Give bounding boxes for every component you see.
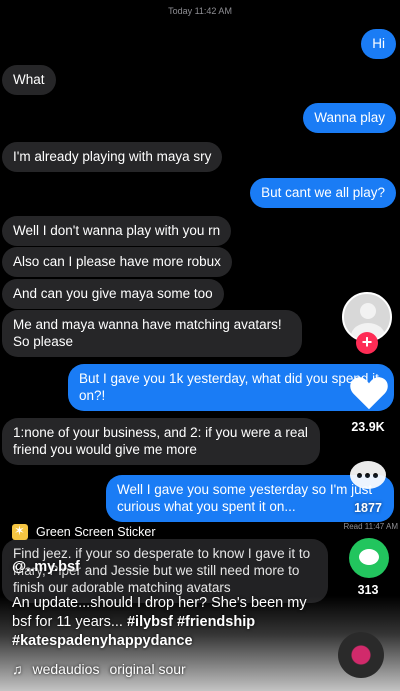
comment-dot xyxy=(373,473,378,478)
share-icon[interactable] xyxy=(349,538,389,578)
message-sent: But I gave you 1k yesterday, what did yo… xyxy=(68,364,394,411)
music-disc-icon[interactable] xyxy=(338,632,384,678)
like-heart-icon[interactable] xyxy=(348,373,390,411)
message-received: 1:none of your business, and 2: if you w… xyxy=(2,418,320,465)
sound-user: wedaudios xyxy=(32,661,100,677)
message-sent: Wanna play xyxy=(303,103,396,133)
message-received: Well I don't wanna play with you rn xyxy=(2,216,232,246)
message-received: What xyxy=(2,65,56,95)
message-sent: But cant we all play? xyxy=(250,178,396,208)
avatar-head xyxy=(360,303,376,319)
message-received: Me and maya wanna have matching avatars!… xyxy=(2,310,302,357)
username[interactable]: @..my.bsf xyxy=(12,559,80,575)
message-received: Also can I please have more robux xyxy=(2,247,232,277)
green-screen-sticker[interactable]: Green Screen Sticker xyxy=(12,523,156,540)
music-note-icon: ♫ xyxy=(12,661,23,677)
sound-row[interactable]: ♫ wedaudios original sour xyxy=(12,661,186,677)
caption: An update...should I drop her? She's bee… xyxy=(12,594,312,651)
message-timestamp: Today 11:42 AM xyxy=(168,6,232,16)
comment-icon[interactable] xyxy=(350,461,386,489)
message-received: I'm already playing with maya sry xyxy=(2,142,223,172)
share-icon-inner xyxy=(359,549,379,565)
read-receipt: Read 11:47 AM xyxy=(343,522,398,531)
follow-plus-icon[interactable]: + xyxy=(356,332,378,354)
comment-dot xyxy=(365,473,370,478)
message-received: And can you give maya some too xyxy=(2,279,224,309)
message-sent: Hi xyxy=(361,29,396,59)
share-count: 313 xyxy=(357,583,379,597)
comment-count: 1877 xyxy=(354,501,382,515)
like-count: 23.9K xyxy=(351,420,385,434)
sticker-label: Green Screen Sticker xyxy=(36,525,156,539)
comment-dot xyxy=(357,473,362,478)
sparkle-icon xyxy=(12,523,28,540)
sound-name: original sour xyxy=(109,661,186,677)
